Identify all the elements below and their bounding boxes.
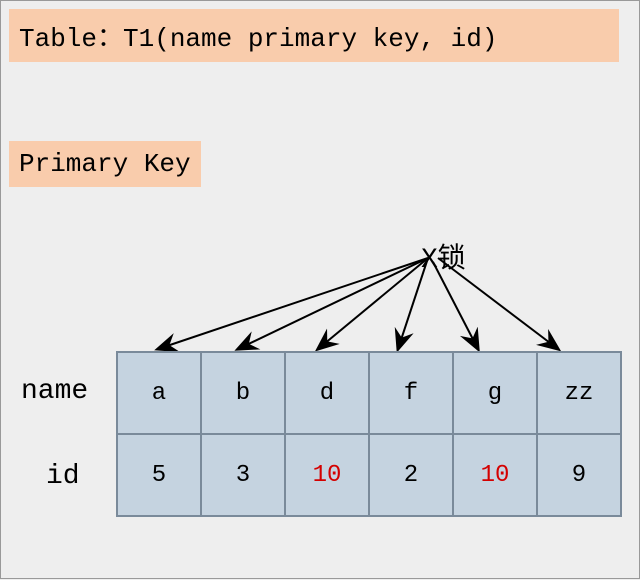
- table-row: a b d f g zz: [117, 352, 621, 434]
- name-cell: zz: [537, 352, 621, 434]
- primary-key-banner: Primary Key: [9, 141, 201, 187]
- id-cell: 9: [537, 434, 621, 516]
- id-cell: 3: [201, 434, 285, 516]
- id-cell: 10: [453, 434, 537, 516]
- name-cell: f: [369, 352, 453, 434]
- name-cell: b: [201, 352, 285, 434]
- id-cell: 2: [369, 434, 453, 516]
- name-cell: d: [285, 352, 369, 434]
- x-lock-label: X锁: [421, 236, 466, 276]
- id-cell: 5: [117, 434, 201, 516]
- table-definition-banner: Table：T1(name primary key, id): [9, 9, 619, 62]
- row-header-id: id: [46, 461, 80, 492]
- primary-key-table: a b d f g zz 5 3 10 2 10 9: [116, 351, 622, 517]
- row-header-name: name: [21, 376, 88, 407]
- name-cell: a: [117, 352, 201, 434]
- diagram-canvas: Table：T1(name primary key, id) Primary K…: [0, 0, 640, 579]
- id-cell: 10: [285, 434, 369, 516]
- table-row: 5 3 10 2 10 9: [117, 434, 621, 516]
- name-cell: g: [453, 352, 537, 434]
